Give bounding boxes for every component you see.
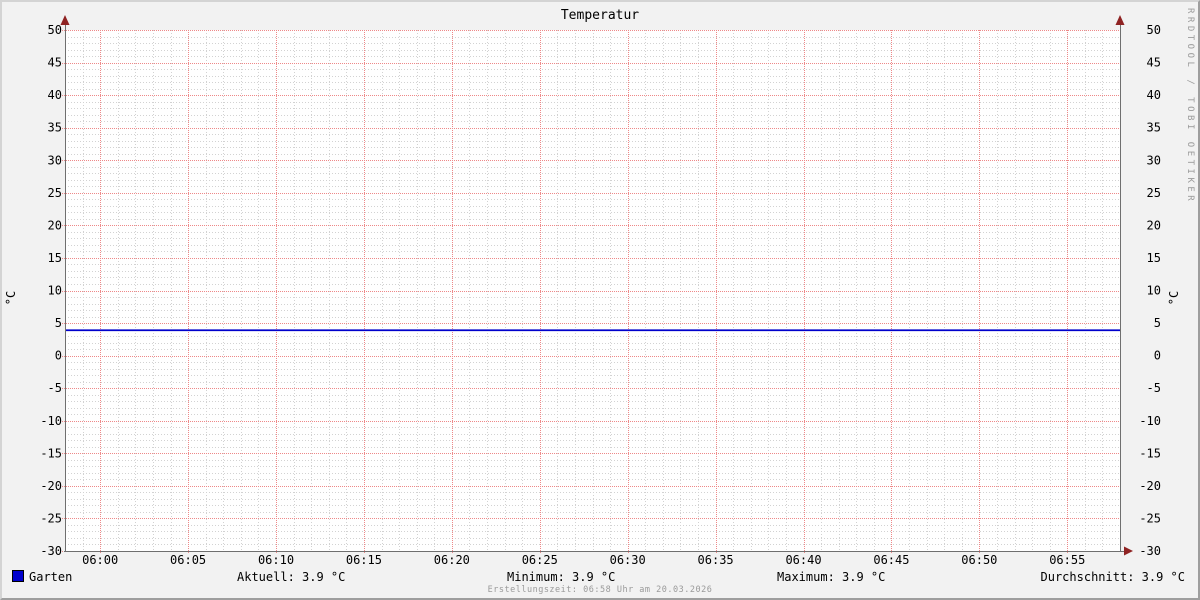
x-tick-label: 06:25: [522, 553, 558, 567]
y-tick-label-left: 35: [48, 121, 62, 135]
y-tick-label-right: -15: [1139, 446, 1161, 460]
x-tick-label: 06:10: [258, 553, 294, 567]
y-tick-label-left: -15: [40, 446, 62, 460]
rrdtool-graph: Temperatur RRDTOOL / TOBI OETIKER °C °C …: [0, 0, 1200, 600]
creation-timestamp: Erstellungszeit: 06:58 Uhr am 20.03.2026: [487, 585, 713, 595]
y-tick-label-right: 45: [1147, 56, 1161, 70]
y-tick-label-right: 5: [1154, 316, 1161, 330]
y-axis-arrow-right: [1115, 15, 1125, 25]
y-tick-label-right: -30: [1139, 544, 1161, 558]
y-tick-label-right: -10: [1139, 414, 1161, 428]
y-tick-label-right: 10: [1147, 284, 1161, 298]
y-tick-label-left: -20: [40, 479, 62, 493]
y-tick-label-left: 25: [48, 186, 62, 200]
y-tick-label-right: 25: [1147, 186, 1161, 200]
y-tick-label-right: 15: [1147, 251, 1161, 265]
y-tick-label-left: 45: [48, 56, 62, 70]
x-tick-label: 06:05: [170, 553, 206, 567]
y-tick-label-right: 30: [1147, 153, 1161, 167]
y-tick-label-left: 50: [48, 23, 62, 37]
y-tick-label-left: 5: [55, 316, 62, 330]
x-tick-label: 06:50: [961, 553, 997, 567]
x-tick-label: 06:55: [1049, 553, 1085, 567]
y-tick-label-right: -5: [1147, 381, 1161, 395]
x-tick-label: 06:00: [82, 553, 118, 567]
x-tick-label: 06:30: [610, 553, 646, 567]
y-tick-label-right: -20: [1139, 479, 1161, 493]
x-tick-label: 06:40: [785, 553, 821, 567]
x-tick-label: 06:45: [873, 553, 909, 567]
x-tick-label: 06:20: [434, 553, 470, 567]
plot-area: -30 -30 -25 -25 -20 -20 -15 -15 -10 -10 -5 -5 0 0 5 5 10…: [40, 15, 1161, 567]
y-tick-label-left: 30: [48, 153, 62, 167]
y-tick-label-right: -25: [1139, 511, 1161, 525]
x-axis-arrow: [1124, 546, 1133, 556]
y-tick-label-right: 0: [1154, 349, 1161, 363]
y-tick-label-right: 50: [1147, 23, 1161, 37]
y-tick-label-right: 20: [1147, 218, 1161, 232]
y-tick-label-right: 40: [1147, 88, 1161, 102]
y-tick-label-left: -10: [40, 414, 62, 428]
y-tick-label-left: -25: [40, 511, 62, 525]
x-tick-label: 06:15: [346, 553, 382, 567]
y-tick-label-left: 40: [48, 88, 62, 102]
y-tick-label-left: -5: [48, 381, 62, 395]
y-tick-label-right: 35: [1147, 121, 1161, 135]
y-tick-label-left: 20: [48, 218, 62, 232]
y-tick-label-left: 10: [48, 284, 62, 298]
y-tick-label-left: 15: [48, 251, 62, 265]
x-tick-label: 06:35: [698, 553, 734, 567]
y-tick-label-left: -30: [40, 544, 62, 558]
y-tick-label-left: 0: [55, 349, 62, 363]
